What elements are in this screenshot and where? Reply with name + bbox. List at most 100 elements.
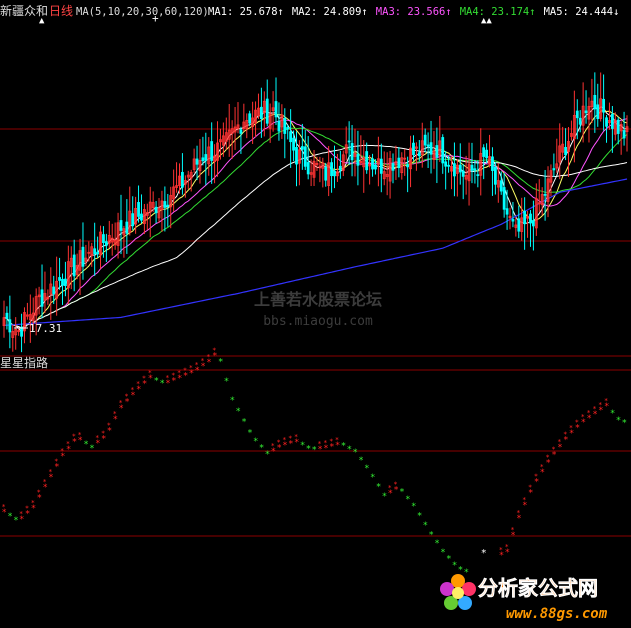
indicator-star: *: [364, 464, 369, 474]
candle-body: [210, 141, 214, 161]
indicator-star: *: [393, 481, 397, 489]
indicator-star: *: [347, 445, 352, 455]
ma-params[interactable]: MA(5,10,20,30,60,120): [76, 6, 209, 18]
candle: [570, 120, 573, 141]
candle: [388, 150, 392, 199]
candle: [552, 153, 556, 178]
candle-body: [610, 113, 614, 129]
indicator-star: *: [206, 353, 210, 361]
candle-body: [125, 221, 129, 234]
candle: [616, 117, 620, 145]
candle: [432, 131, 436, 169]
candle: [49, 267, 53, 320]
stock-chart-window: 上善若水股票论坛 bbs.miaogu.com 17.31 * * * * * * * * * *…: [0, 0, 631, 624]
logo-url: www.88gs.com: [506, 606, 608, 622]
indicator-star: *: [423, 521, 428, 531]
candle-body: [605, 117, 608, 127]
indicator-star: *: [78, 431, 82, 439]
candle: [426, 132, 430, 169]
indicator-star: *: [604, 397, 608, 405]
candle-body: [181, 171, 184, 188]
indicator-star: *: [300, 441, 305, 451]
candle: [99, 225, 102, 269]
candle: [78, 238, 82, 296]
indicator-star: *: [458, 565, 463, 575]
candle: [142, 203, 146, 235]
candle: [157, 197, 161, 224]
indicator-star: *: [171, 371, 175, 379]
candle: [119, 194, 123, 255]
indicator-star: *: [48, 468, 52, 476]
cursor-marker-mid: +: [152, 12, 159, 25]
candle-body: [505, 208, 509, 215]
indicator-title: 星星指路: [0, 355, 48, 370]
indicator-star: *: [31, 499, 35, 507]
candle-body: [447, 164, 450, 167]
indicator-star: *: [522, 496, 526, 504]
indicator-star: *: [19, 510, 23, 518]
candle-body: [292, 137, 295, 151]
candle: [28, 294, 32, 343]
indicator-star: *: [113, 410, 117, 418]
candle: [175, 162, 178, 193]
candle-body: [64, 278, 67, 286]
candle-body: [593, 94, 597, 110]
candle-body: [426, 144, 430, 147]
candle: [137, 185, 140, 223]
indicator-star: *: [440, 548, 445, 558]
indicator-star: *: [253, 437, 258, 447]
chart-canvas[interactable]: 上善若水股票论坛 bbs.miaogu.com 17.31 *** * ** ** **…: [0, 0, 631, 624]
candle: [20, 313, 23, 353]
indicator-star: *: [358, 456, 363, 466]
candle-body: [397, 157, 401, 169]
candle: [207, 137, 211, 176]
candle: [210, 122, 214, 184]
candle: [572, 90, 576, 163]
candle: [160, 190, 164, 232]
candle-body: [195, 158, 199, 165]
candle: [350, 125, 354, 177]
indicator-star: *: [388, 484, 392, 492]
candle-body: [356, 154, 360, 166]
candle: [435, 127, 439, 184]
indicator-star: *: [569, 424, 573, 432]
candle: [397, 147, 401, 178]
indicator-star: *: [7, 512, 12, 522]
indicator-star: *: [598, 401, 602, 409]
candle-body: [482, 147, 486, 157]
indicator-star: *: [60, 447, 64, 455]
candle: [362, 140, 366, 193]
candle: [274, 77, 278, 126]
indicator-star: *: [130, 386, 134, 394]
candle: [409, 135, 412, 188]
candle: [593, 72, 597, 133]
indicator-star: *: [323, 439, 327, 447]
candle: [289, 109, 293, 168]
indicator-star: *: [341, 442, 346, 452]
indicator-star: *: [159, 379, 164, 389]
candle-body: [532, 220, 535, 227]
indicator-star: *: [452, 561, 457, 571]
candle-body: [423, 134, 427, 146]
candle: [493, 162, 497, 195]
flower-icon: [440, 574, 476, 610]
candle-body: [461, 170, 465, 177]
candle-body: [622, 130, 626, 139]
candle: [371, 153, 374, 177]
indicator-star: *: [376, 482, 381, 492]
ma-values-row: MA1: 25.678↑ MA2: 24.809↑ MA3: 23.566↑ MA4:…: [208, 6, 619, 18]
candle-body: [52, 286, 56, 295]
indicator-star: *: [405, 495, 410, 505]
candle: [520, 197, 524, 241]
indicator-star: *: [183, 367, 187, 375]
candle-body: [333, 170, 336, 177]
candle: [534, 183, 538, 236]
period-label[interactable]: 日线: [49, 4, 73, 18]
candle-body: [602, 98, 606, 113]
indicator-star: *: [66, 440, 70, 448]
candle: [613, 112, 617, 141]
candlesticks[interactable]: [2, 72, 629, 353]
candle-body: [201, 157, 205, 162]
candle: [438, 115, 442, 162]
candle-body: [5, 312, 9, 320]
